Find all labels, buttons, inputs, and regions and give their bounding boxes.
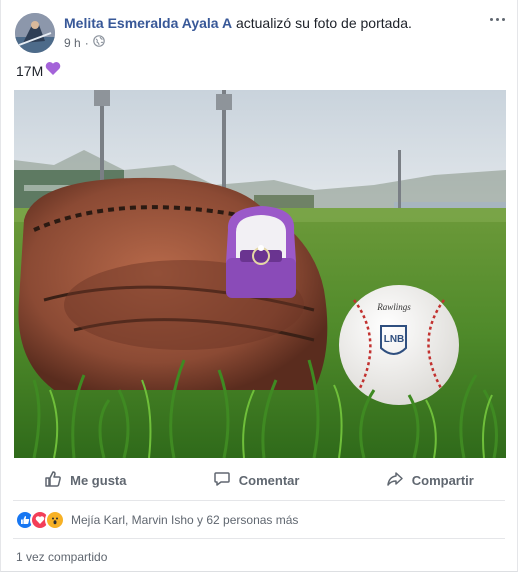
avatar[interactable]	[15, 13, 55, 53]
dot-icon	[501, 17, 505, 21]
wow-reaction-icon	[45, 510, 65, 530]
post-meta: 9 h ·	[64, 35, 105, 50]
post-card: Melita Esmeralda Ayala A actualizó su fo…	[0, 0, 518, 572]
post-message: 17M	[16, 63, 44, 79]
post-timestamp[interactable]: 9 h	[64, 36, 81, 50]
post-text: 17M	[16, 61, 61, 81]
meta-separator: ·	[84, 35, 89, 50]
reaction-icons	[15, 510, 65, 530]
dot-icon	[489, 17, 493, 21]
divider	[13, 538, 505, 539]
post-header-text: Melita Esmeralda Ayala A actualizó su fo…	[64, 14, 412, 32]
ball-brand-text: Rawlings	[376, 302, 411, 312]
author-name-link[interactable]: Melita Esmeralda Ayala A	[64, 15, 232, 31]
public-globe-icon[interactable]	[92, 35, 105, 50]
share-button[interactable]: Compartir	[376, 464, 484, 497]
post-options-button[interactable]	[487, 14, 507, 24]
like-label: Me gusta	[70, 472, 127, 488]
dot-icon	[495, 17, 499, 21]
post-action-bar: Me gusta Comentar Compartir	[1, 462, 517, 498]
comment-bubble-icon	[213, 470, 231, 491]
post-action-text: actualizó su foto de portada.	[232, 15, 412, 31]
ball-logo-text: LNB	[384, 334, 405, 345]
reactions-summary[interactable]: Mejía Karl, Marvin Isho y 62 personas má…	[15, 510, 298, 530]
reactions-summary-text: Mejía Karl, Marvin Isho y 62 personas má…	[71, 513, 299, 527]
comment-button[interactable]: Comentar	[203, 464, 310, 497]
comment-label: Comentar	[238, 472, 300, 488]
like-button[interactable]: Me gusta	[34, 464, 136, 497]
share-arrow-icon	[386, 470, 404, 491]
purple-heart-icon	[45, 61, 61, 81]
shares-count-link[interactable]: 1 vez compartido	[16, 550, 107, 564]
share-label: Compartir	[411, 472, 474, 488]
thumbs-up-icon	[44, 470, 62, 491]
divider	[13, 500, 505, 501]
cover-photo[interactable]: LNB Rawlings	[14, 90, 506, 458]
